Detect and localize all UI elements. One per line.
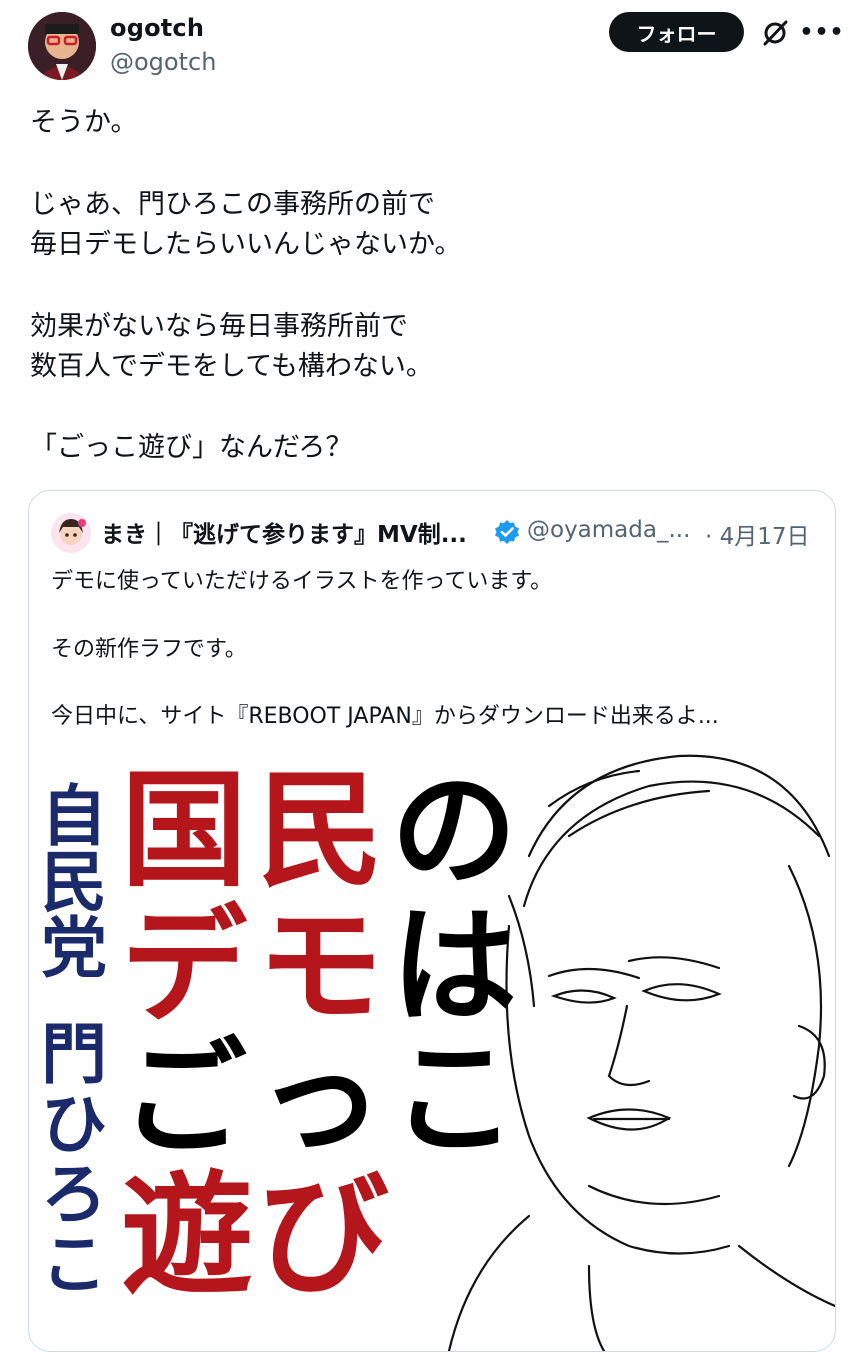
- post-text-line: じゃあ、門ひろこの事務所の前で: [30, 189, 435, 220]
- headline-char: デ: [121, 893, 247, 1040]
- author-handle[interactable]: @ogotch: [110, 48, 216, 76]
- headline-char: っ: [257, 1025, 383, 1172]
- grok-icon[interactable]: [760, 18, 790, 48]
- quote-author-avatar[interactable]: [51, 513, 91, 553]
- side-label-char: 民: [41, 844, 107, 921]
- post-text-line: 毎日デモしたらいいんじゃないか。: [30, 229, 462, 260]
- author-avatar[interactable]: [28, 12, 96, 80]
- headline-char: は: [391, 893, 517, 1040]
- more-icon[interactable]: •••: [799, 16, 843, 48]
- quote-date[interactable]: · 4月17日: [705, 517, 810, 551]
- headline-char: こ: [391, 1025, 517, 1172]
- headline-char: 国: [121, 757, 247, 904]
- post-text-line: 「ごっこ遊び」なんだろ？: [30, 432, 353, 463]
- headline-char: び: [257, 1159, 389, 1313]
- quoted-post[interactable]: まき｜『逃げて参ります』MV制... @oyamada_... · 4月17日 …: [28, 490, 836, 1352]
- quote-text-line: その新作ラフです。: [51, 637, 247, 662]
- side-label-char: 門: [41, 1016, 107, 1093]
- side-label-char: 党: [41, 910, 107, 987]
- headline-char: 遊: [121, 1159, 253, 1313]
- post-text-line: 効果がないなら毎日事務所前で: [30, 311, 408, 342]
- headline-char: ご: [121, 1025, 247, 1172]
- quote-author-handle[interactable]: @oyamada_...: [527, 517, 690, 543]
- verified-badge-icon: [494, 519, 520, 545]
- headline-char: モ: [257, 893, 383, 1040]
- side-label-char: ろ: [41, 1156, 107, 1233]
- side-label-char: こ: [41, 1226, 107, 1303]
- post-text-line: そうか。: [30, 107, 138, 138]
- follow-button[interactable]: フォロー: [609, 12, 744, 52]
- quote-text-line: 今日中に、サイト『REBOOT JAPAN』からダウンロード出来るよ...: [51, 704, 719, 729]
- quote-author-name[interactable]: まき｜『逃げて参ります』MV制...: [101, 515, 467, 549]
- author-name[interactable]: ogotch: [110, 14, 204, 42]
- quote-text-line: デモに使っていただけるイラストを作っています。: [51, 569, 553, 594]
- headline-char: の: [391, 757, 517, 904]
- quote-image[interactable]: 自 民 党 門 ひ ろ こ 国 民 の デ モ は ご っ こ 遊 び: [29, 746, 835, 1351]
- side-label-char: 自: [41, 778, 107, 855]
- headline-char: 民: [257, 757, 383, 904]
- post-text-line: 数百人でデモをしても構わない。: [30, 351, 433, 382]
- side-label-char: ひ: [41, 1086, 107, 1163]
